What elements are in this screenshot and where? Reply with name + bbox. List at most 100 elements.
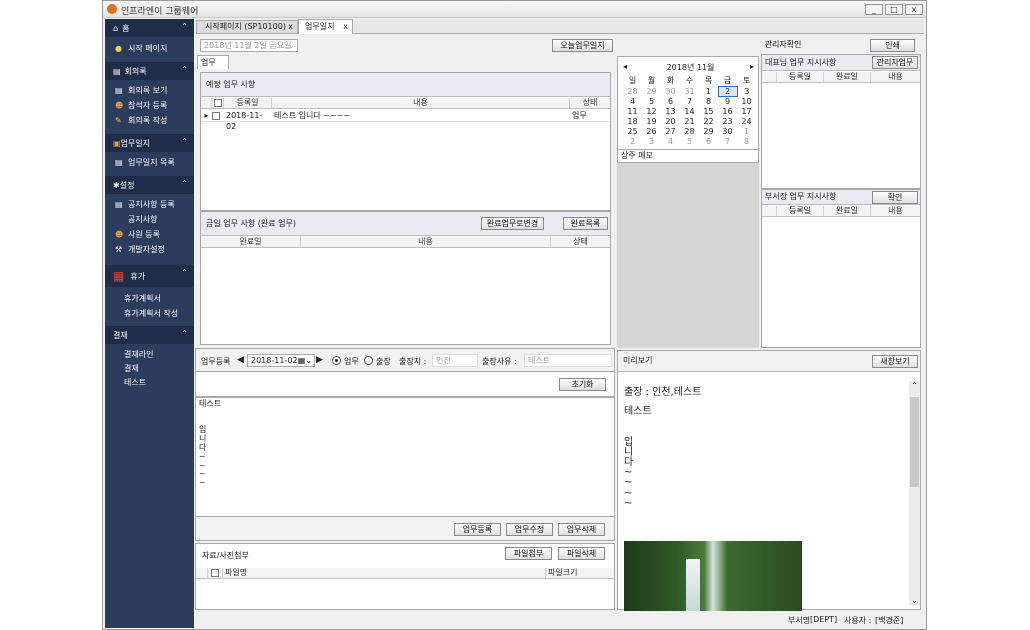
column-header[interactable]: 완료일 <box>201 237 301 247</box>
calendar-day[interactable]: 3 <box>642 137 661 147</box>
complete-change-button[interactable]: 완료업무로변경 <box>481 217 544 230</box>
scroll-up-icon[interactable]: ⌃ <box>909 381 920 390</box>
calendar-day[interactable]: 24 <box>737 117 756 127</box>
calendar-day[interactable]: 26 <box>642 127 661 137</box>
confirm-button[interactable]: 확인 <box>872 191 918 204</box>
manager-task-button[interactable]: 관리자업무 <box>872 56 918 69</box>
tab-work[interactable]: 업무 <box>197 55 229 69</box>
reason-input[interactable]: 테스트 <box>524 354 612 367</box>
calendar-day[interactable]: 28 <box>623 87 642 97</box>
calendar-day[interactable]: 17 <box>737 107 756 117</box>
calendar-day[interactable]: 27 <box>661 127 680 137</box>
calendar-day[interactable]: 1 <box>737 127 756 137</box>
sidebar-item-developer-settings[interactable]: ⚒ 개발자설정 <box>105 242 194 257</box>
calendar-prev-icon[interactable]: ◂ <box>623 62 627 71</box>
next-day-icon[interactable]: ▶ <box>316 355 323 365</box>
calendar-day[interactable]: 14 <box>680 107 699 117</box>
attach-file-button[interactable]: 파일첨부 <box>505 547 552 560</box>
column-header[interactable]: 내용 <box>272 98 570 108</box>
sidebar-item-test[interactable]: 테스트 <box>105 375 194 389</box>
calendar-day[interactable]: 12 <box>642 107 661 117</box>
reset-button[interactable]: 초기화 <box>559 378 606 391</box>
calendar-day[interactable]: 23 <box>718 117 737 127</box>
sidebar-header-settings[interactable]: ✱ 설정 ⌃ <box>105 176 194 194</box>
column-header[interactable]: 파일크기 <box>546 568 614 578</box>
sidebar-header-home[interactable]: ⌂ 홈 ⌃ <box>105 19 194 37</box>
calendar-day[interactable]: 11 <box>623 107 642 117</box>
close-button[interactable]: x <box>905 4 923 15</box>
register-work-button[interactable]: 업무등록 <box>454 523 501 536</box>
column-header[interactable]: 완료일 <box>824 72 871 82</box>
radio-trip[interactable] <box>364 356 373 365</box>
calendar-next-icon[interactable]: ▸ <box>750 62 754 71</box>
column-header[interactable]: 등록일 <box>224 98 272 108</box>
calendar-day[interactable]: 25 <box>623 127 642 137</box>
new-window-button[interactable]: 새창보기 <box>872 355 918 368</box>
calendar-day[interactable]: 29 <box>642 87 661 97</box>
column-header[interactable]: 내용 <box>871 206 920 216</box>
sidebar-item-employee-register[interactable]: ☻ 사원 등록 <box>105 227 194 242</box>
minimize-button[interactable]: _ <box>865 4 883 15</box>
column-header[interactable]: 내용 <box>871 72 920 82</box>
sidebar-item-attendee-register[interactable]: ☻ 참석자 등록 <box>105 98 194 113</box>
entry-date-input[interactable]: 2018-11-02 ▦⌄ <box>247 354 315 367</box>
calendar-day[interactable]: 18 <box>623 117 642 127</box>
calendar-day[interactable]: 3 <box>737 87 756 97</box>
calendar-day[interactable]: 21 <box>680 117 699 127</box>
sidebar-header-worklog[interactable]: ▣ 업무일지 ⌃ <box>105 134 194 152</box>
sidebar-header-minutes[interactable]: ▤ 회의록 ⌃ <box>105 62 194 80</box>
calendar-day[interactable]: 9 <box>718 97 737 107</box>
tab-worklog[interactable]: 업무일지 x <box>298 19 353 34</box>
scroll-thumb[interactable] <box>910 397 919 487</box>
calendar-day[interactable]: 10 <box>737 97 756 107</box>
today-worklog-button[interactable]: 오늘업무일지 <box>552 39 613 52</box>
entry-textarea[interactable]: 테스트 입 니 다 ~ ~ ~ ~ <box>195 397 615 517</box>
calendar-day[interactable]: 16 <box>718 107 737 117</box>
delete-work-button[interactable]: 업무삭제 <box>558 523 605 536</box>
calendar-day[interactable]: 6 <box>699 137 718 147</box>
tab-start-page[interactable]: 시작페이지 (SP10100) x <box>196 20 298 34</box>
radio-work[interactable] <box>332 356 341 365</box>
calendar-day[interactable]: 4 <box>661 137 680 147</box>
calendar-day[interactable]: 4 <box>623 97 642 107</box>
calendar-day[interactable]: 7 <box>718 137 737 147</box>
calendar-day[interactable]: 5 <box>680 137 699 147</box>
sidebar-item-approval-line[interactable]: 결재라인 <box>105 347 194 361</box>
calendar-day[interactable]: 1 <box>699 87 718 97</box>
maximize-button[interactable]: □ <box>885 4 903 15</box>
calendar-day[interactable]: 28 <box>680 127 699 137</box>
calendar-dropdown-icon[interactable]: ▦⌄ <box>298 355 312 366</box>
sidebar-item-vacation-write[interactable]: 휴가계획서 작성 <box>105 306 194 321</box>
sidebar-item-start-page[interactable]: ● 시작 페이지 <box>105 41 194 56</box>
tab-close-icon[interactable]: x <box>288 21 293 33</box>
calendar-day[interactable]: 15 <box>699 107 718 117</box>
sidebar-item-vacation-plan[interactable]: 휴가계획서 <box>105 291 194 306</box>
preview-scrollbar[interactable]: ⌃ ⌄ <box>909 381 920 605</box>
calendar-day[interactable]: 7 <box>680 97 699 107</box>
sidebar-item-notice-register[interactable]: ▤ 공지사항 등록 <box>105 197 194 212</box>
column-header[interactable]: 등록일 <box>777 206 824 216</box>
sidebar-item-notice[interactable]: 공지사항 <box>105 212 194 227</box>
column-header[interactable]: 상태 <box>551 237 610 247</box>
prev-day-icon[interactable]: ◀ <box>237 355 244 365</box>
calendar-day[interactable]: 31 <box>680 87 699 97</box>
tab-close-icon[interactable]: x <box>343 20 348 33</box>
place-input[interactable]: 인천 <box>432 354 478 367</box>
calendar-day[interactable]: 30 <box>661 87 680 97</box>
delete-file-button[interactable]: 파일삭제 <box>558 547 605 560</box>
column-header[interactable]: 완료일 <box>824 206 871 216</box>
sidebar-item-approval[interactable]: 결재 <box>105 361 194 375</box>
scroll-down-icon[interactable]: ⌄ <box>909 596 920 605</box>
memo-area[interactable] <box>617 163 759 348</box>
sidebar-item-view-minutes[interactable]: ▤ 회의록 보기 <box>105 83 194 98</box>
calendar-day[interactable]: 5 <box>642 97 661 107</box>
date-picker[interactable]: 2018년 11월 2일 금요일 ⌄ <box>200 39 298 52</box>
calendar-day[interactable]: 19 <box>642 117 661 127</box>
calendar-day[interactable]: 2 <box>717 86 738 97</box>
complete-list-button[interactable]: 완료목록 <box>563 217 608 230</box>
column-header[interactable]: 내용 <box>301 237 551 247</box>
calendar-day[interactable]: 8 <box>737 137 756 147</box>
calendar-day[interactable]: 2 <box>623 137 642 147</box>
column-header[interactable]: 등록일 <box>777 72 824 82</box>
sidebar-item-worklog-list[interactable]: ▤ 업무일지 목록 <box>105 155 194 170</box>
